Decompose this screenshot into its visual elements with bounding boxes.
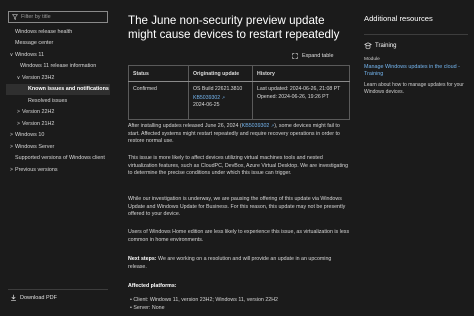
sidebar-item-label: Version 23H2 [22, 74, 55, 81]
sidebar-item-version-23h2[interactable]: ∨ Version 23H2 [6, 72, 110, 84]
right-rail: Additional resources Training Module Man… [362, 0, 474, 316]
history-opened: Opened: 2024-06-26, 19:26 PT [257, 93, 329, 100]
sidebar-item-label: Known issues and notifications [28, 86, 109, 93]
sidebar-item-label: Windows 11 release information [20, 63, 97, 70]
download-pdf-button[interactable]: Download PDF [10, 294, 57, 301]
sidebar-item-label: Supported versions of Windows client [15, 155, 105, 162]
article: The June non-security preview update mig… [126, 0, 352, 316]
history-cell: Last updated: 2024-06-26, 21:08 PT Opene… [252, 81, 350, 120]
filter-box[interactable] [8, 11, 108, 23]
expand-table-label: Expand table [302, 53, 334, 59]
training-label: Training [375, 43, 397, 49]
chevron-down-icon: ∨ [16, 74, 21, 81]
affected-label: Affected platforms: [128, 283, 177, 289]
next-steps-label: Next steps: [128, 256, 157, 262]
chevron-right-icon: > [10, 143, 13, 150]
sidebar-item-label: Message center [15, 40, 54, 47]
sidebar-item-label: Version 22H2 [22, 109, 55, 116]
training-heading: Training [364, 42, 396, 50]
sidebar-item-windows-server[interactable]: > Windows Server [6, 141, 110, 153]
sidebar-item-label: Previous versions [15, 166, 58, 173]
sidebar-item-supported-versions[interactable]: Supported versions of Windows client [6, 153, 110, 165]
kb-inline-link[interactable]: KB5039302 [242, 123, 270, 129]
status-table: Status Originating update History Confir… [128, 65, 350, 120]
page-title: The June non-security preview update mig… [128, 14, 340, 41]
sidebar-item-label: Windows Server [15, 143, 55, 150]
sidebar-item-resolved-issues[interactable]: Resolved issues [6, 95, 110, 107]
intro-text-before: After installing updates released June 2… [128, 123, 242, 129]
sidebar-item-label: Version 21H2 [22, 120, 55, 127]
sidebar-divider [8, 289, 108, 290]
sidebar-item-version-22h2[interactable]: > Version 22H2 [6, 107, 110, 119]
rail-divider [364, 34, 468, 35]
paragraph-next-steps: Next steps: We are working on a resoluti… [128, 256, 350, 271]
sidebar-item-known-issues[interactable]: Known issues and notifications [6, 83, 110, 95]
sidebar-item-win11-release-info[interactable]: Windows 11 release information [6, 61, 110, 73]
list-item: Client: Windows 11, version 23H2; Window… [133, 297, 350, 305]
chevron-right-icon: > [10, 166, 13, 173]
filter-icon [12, 14, 18, 20]
sidebar-item-label: Resolved issues [28, 97, 68, 104]
history-last-updated: Last updated: 2024-06-26, 21:08 PT [257, 86, 341, 92]
download-icon [11, 294, 16, 301]
left-sidebar: Windows release health Message center ∨W… [0, 0, 112, 316]
additional-resources-title: Additional resources [364, 14, 433, 23]
sidebar-item-previous-versions[interactable]: > Previous versions [6, 164, 110, 176]
table-header-history: History [252, 65, 350, 82]
table-header-status: Status [128, 65, 189, 82]
sidebar-item-release-health[interactable]: Windows release health [6, 26, 110, 38]
training-module-description: Learn about how to manage updates for yo… [364, 82, 464, 95]
sidebar-item-windows-11[interactable]: ∨ Windows 11 [6, 49, 110, 61]
paragraph-home-edition: Users of Windows Home edition are less l… [128, 229, 350, 243]
sidebar-item-label: Windows release health [15, 28, 73, 35]
chevron-down-icon: ∨ [9, 51, 14, 58]
sidebar-item-label: Windows 11 [15, 51, 44, 58]
sidebar-item-message-center[interactable]: Message center [6, 38, 110, 50]
chevron-right-icon: > [10, 132, 13, 139]
download-label: Download PDF [20, 294, 57, 301]
sidebar-item-windows-10[interactable]: > Windows 10 [6, 130, 110, 142]
status-cell: Confirmed [128, 81, 189, 120]
expand-table-button[interactable]: Expand table [292, 53, 333, 59]
kb-link[interactable]: KB5039302 [193, 95, 220, 101]
paragraph-scope: This issue is more likely to affect devi… [128, 155, 349, 177]
sidebar-item-label: Windows 10 [15, 132, 45, 139]
list-item: Server: None [133, 305, 350, 313]
kb-date: 2024-06-25 [193, 102, 220, 108]
affected-platforms-heading: Affected platforms: [128, 283, 350, 291]
chevron-right-icon: > [17, 120, 20, 127]
module-label: Module [364, 57, 380, 62]
external-link-icon: ↗ [221, 94, 225, 100]
sidebar-item-version-21h2[interactable]: > Version 21H2 [6, 118, 110, 130]
chevron-right-icon: > [17, 109, 20, 116]
table-row: Confirmed OS Build 22621.3810 KB5039302 … [128, 81, 350, 120]
training-icon [364, 42, 372, 50]
os-build: OS Build 22621.3810 [193, 86, 243, 92]
paragraph-investigation: While our investigation is underway, we … [128, 196, 346, 218]
nav-tree: Windows release health Message center ∨ W… [6, 26, 110, 176]
expand-icon [292, 53, 298, 59]
affected-list: Client: Windows 11, version 23H2; Window… [133, 297, 350, 313]
next-steps-text: We are working on a resolution and will … [128, 256, 332, 270]
paragraph-intro: After installing updates released June 2… [128, 122, 350, 146]
table-header-originating-update: Originating update [188, 65, 253, 82]
originating-update-cell: OS Build 22621.3810 KB5039302 ↗ 2024-06-… [188, 81, 253, 120]
filter-input[interactable] [21, 14, 101, 20]
training-module-link[interactable]: Manage Windows updates in the cloud - Tr… [364, 64, 470, 78]
